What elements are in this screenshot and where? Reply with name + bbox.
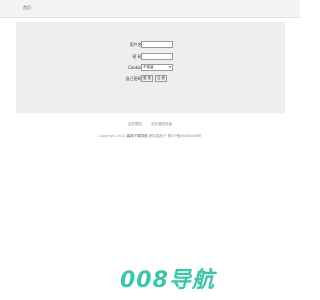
cookie-select[interactable]: 不保留 ▾ — [141, 64, 173, 71]
footer-link-member-login[interactable]: 会员登陆 — [128, 122, 142, 126]
cookie-select-value: 不保留 — [143, 65, 154, 69]
action-row: 自己密码: 登 录 注 册 — [16, 75, 285, 84]
home-link[interactable]: 首页 — [23, 5, 31, 11]
login-panel: 用户名: 密 码: Cookie: 不保留 ▾ 自己密码: 登 录 注 册 — [16, 22, 285, 113]
copyright-brand-link[interactable]: 森商下载导航 — [127, 134, 148, 138]
password-input[interactable] — [141, 53, 173, 60]
register-button[interactable]: 注 册 — [155, 75, 167, 82]
footer-link-webmaster-login[interactable]: 站长登陆页面 — [151, 122, 172, 126]
site-logo: 008导航 — [120, 268, 215, 293]
footer-links: 会员登陆 站长登陆页面 — [0, 122, 300, 127]
cookie-row: Cookie: 不保留 ▾ — [16, 64, 285, 73]
password-row: 密 码: — [16, 53, 285, 62]
chevron-down-icon: ▾ — [169, 65, 171, 69]
login-button[interactable]: 登 录 — [141, 75, 153, 82]
copyright-suffix: 網站建設于 蜀ICP备88888888号 — [148, 134, 202, 138]
username-row: 用户名: — [16, 41, 285, 50]
copyright-prefix: Copyright 2024 — [98, 134, 126, 138]
top-bar: 首页 — [0, 0, 300, 18]
username-input[interactable] — [141, 41, 173, 48]
copyright: Copyright 2024 森商下载导航 網站建設于 蜀ICP备8888888… — [0, 134, 300, 139]
